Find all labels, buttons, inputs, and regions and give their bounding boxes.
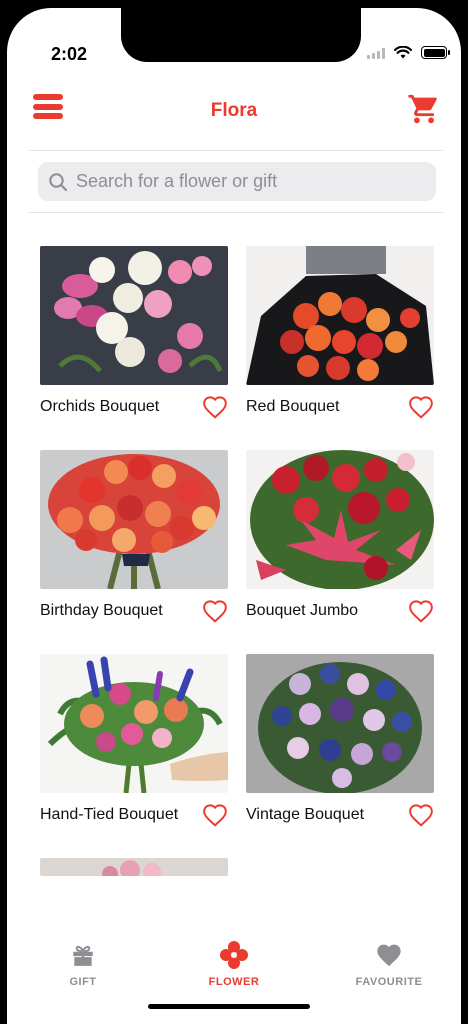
product-image-jumbo[interactable] [246,450,434,589]
app-header: Flora [7,86,461,142]
product-name: Bouquet Jumbo [246,602,359,619]
product-name: Orchids Bouquet [40,398,160,415]
product-image-red[interactable] [246,246,434,385]
favourite-heart-icon[interactable] [408,599,434,623]
product-name: Vintage Bouquet [246,806,365,823]
product-name: Hand-Tied Bouquet [40,806,179,823]
product-card[interactable]: Vintage Bouquet [246,654,434,827]
favourite-heart-icon[interactable] [408,395,434,419]
favourite-heart-icon[interactable] [408,803,434,827]
favourite-heart-icon[interactable] [202,395,228,419]
product-image-birthday[interactable] [40,450,228,589]
favourite-heart-icon[interactable] [202,599,228,623]
search-bar[interactable] [38,162,436,201]
product-name: Red Bouquet [246,398,340,415]
tab-label: FAVOURITE [355,976,423,988]
cellular-signal-icon [367,47,385,59]
product-card-partial[interactable] [40,858,228,876]
product-card[interactable]: Birthday Bouquet [40,450,228,623]
favourite-heart-icon[interactable] [202,803,228,827]
status-icons [367,46,450,59]
tab-gift[interactable]: GIFT [23,940,143,988]
notch [121,8,361,62]
flower-icon [220,941,248,969]
search-input[interactable] [76,171,416,192]
wifi-icon [394,46,412,59]
cart-button[interactable] [407,92,441,126]
divider [29,150,443,151]
status-time: 2:02 [51,44,88,64]
phone-frame: 2:02 Flora Search for a flower or gift O… [0,0,468,1024]
home-indicator [148,1004,310,1009]
divider [29,212,443,213]
product-image-hand-tied[interactable] [40,654,228,793]
product-card[interactable]: Hand-Tied Bouquet [40,654,228,827]
product-image-vintage[interactable] [246,654,434,793]
gift-icon [73,945,93,966]
heart-icon [377,944,401,967]
product-image-partial[interactable] [40,858,228,876]
tab-label: FLOWER [208,976,260,988]
product-card[interactable]: Orchids Bouquet [40,246,228,419]
tab-label: GIFT [69,976,97,988]
page-title: Flora [210,100,258,121]
product-card[interactable]: Bouquet Jumbo [246,450,434,623]
battery-icon [421,46,450,59]
tab-flower[interactable]: FLOWER [174,940,294,988]
product-card[interactable]: Red Bouquet [246,246,434,419]
product-name: Birthday Bouquet [40,602,163,619]
search-icon [49,172,68,191]
shopping-cart-icon [408,94,437,124]
bottom-tab-bar: GIFT FLOWER FAVOURITE [7,932,461,1024]
app-screen: 2:02 Flora Search for a flower or gift O… [7,8,461,1024]
product-image-orchids[interactable] [40,246,228,385]
tab-favourite[interactable]: FAVOURITE [329,940,449,988]
